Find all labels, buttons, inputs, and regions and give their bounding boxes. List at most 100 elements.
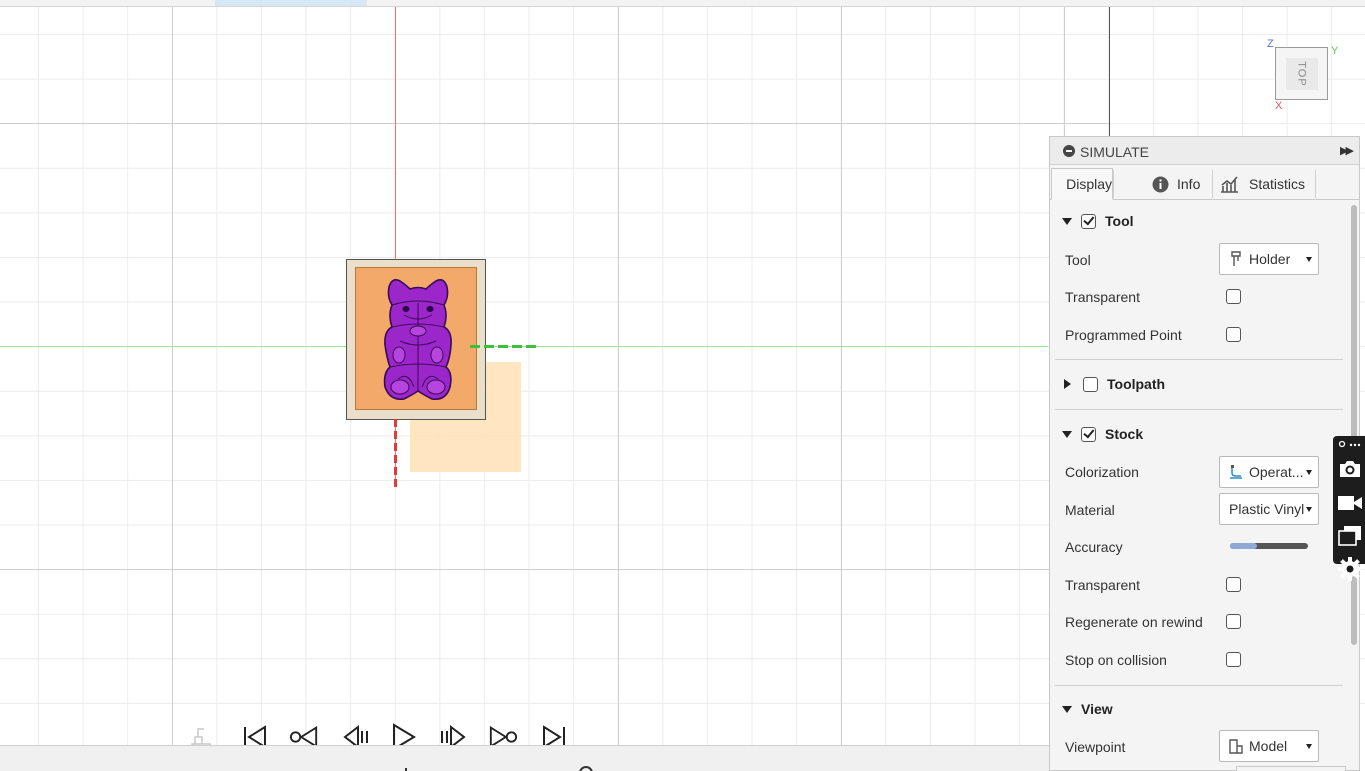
- go-to-start-button[interactable]: [240, 722, 270, 745]
- step-forward-button[interactable]: [437, 722, 467, 745]
- next-operation-button[interactable]: [488, 722, 518, 745]
- stock-transparent-checkbox[interactable]: [1226, 577, 1241, 592]
- stock-group-header[interactable]: Stock: [1062, 424, 1143, 444]
- play-button[interactable]: [388, 722, 418, 745]
- colorization-dropdown[interactable]: Operat...: [1219, 456, 1319, 488]
- expand-arrow-icon[interactable]: [1062, 430, 1072, 438]
- toolpath-group-header[interactable]: Toolpath: [1062, 374, 1165, 394]
- video-camera-icon[interactable]: [1337, 490, 1363, 516]
- simulate-panel: SIMULATE ▶▶ Display Info Statistics Tool…: [1049, 136, 1360, 771]
- tab-statistics-label: Statistics: [1249, 176, 1306, 192]
- chevron-down-icon: [1306, 257, 1312, 262]
- more-options-icon[interactable]: [1337, 436, 1363, 452]
- expand-arrow-icon[interactable]: [1062, 705, 1072, 713]
- status-bar: [0, 745, 1049, 771]
- material-label: Material: [1065, 502, 1115, 518]
- tool-dropdown[interactable]: Holder: [1219, 243, 1319, 275]
- view-group-title: View: [1081, 701, 1113, 717]
- tab-display-label: Display: [1066, 176, 1112, 192]
- panel-tabs: Display Info Statistics: [1050, 165, 1359, 200]
- divider: [1055, 359, 1343, 360]
- timeline-handle[interactable]: [579, 766, 593, 771]
- chevron-down-icon: [1306, 744, 1312, 749]
- grid-major-line: [0, 569, 1110, 570]
- axis-x-label: X: [1275, 100, 1283, 112]
- x-axis-origin-dash: [394, 419, 397, 489]
- fusion-simulate-window: TOP Z Y X SIMULATE ▶▶ Display Info Stati…: [0, 0, 1365, 771]
- collapse-arrow-icon[interactable]: [1064, 379, 1071, 389]
- panel-footer-button[interactable]: [1236, 766, 1346, 771]
- divider: [1055, 409, 1343, 410]
- divider: [1055, 685, 1343, 686]
- regenerate-checkbox[interactable]: [1226, 614, 1241, 629]
- programmed-point-checkbox[interactable]: [1226, 327, 1241, 342]
- grid-major-line: [618, 7, 619, 745]
- viewcube-divider: [1109, 7, 1110, 137]
- axis-z-label: Z: [1267, 38, 1274, 50]
- colorization-label: Colorization: [1065, 464, 1139, 480]
- tab-display[interactable]: Display: [1051, 168, 1113, 200]
- simulation-player: [185, 714, 585, 745]
- tool-dropdown-value: Holder: [1249, 251, 1291, 267]
- viewcube-face-label: TOP: [1295, 61, 1308, 87]
- tab-info[interactable]: Info: [1114, 168, 1212, 200]
- info-icon: [1152, 176, 1169, 192]
- chevron-down-icon: [1306, 470, 1312, 475]
- previous-operation-button[interactable]: [289, 722, 319, 745]
- tool-group-checkbox[interactable]: [1081, 213, 1096, 229]
- toolpath-group-checkbox[interactable]: [1083, 376, 1098, 392]
- expand-arrow-icon[interactable]: [1062, 217, 1072, 225]
- accuracy-slider[interactable]: [1230, 543, 1308, 549]
- tool-transparent-label: Transparent: [1065, 289, 1140, 305]
- viewcube-top-face[interactable]: TOP: [1275, 47, 1328, 100]
- tool-group-header[interactable]: Tool: [1062, 211, 1134, 231]
- tab-separator: [1315, 170, 1316, 198]
- viewpoint-label: Viewpoint: [1065, 739, 1126, 755]
- material-dropdown-value: Plastic Vinyl: [1229, 501, 1305, 517]
- gummy-bear-part: [383, 279, 452, 401]
- accuracy-slider-fill: [1230, 543, 1257, 549]
- tool-label: Tool: [1065, 252, 1091, 268]
- top-bar: [0, 0, 1365, 7]
- stock-group-checkbox[interactable]: [1081, 426, 1096, 442]
- viewpoint-dropdown-value: Model: [1249, 738, 1288, 754]
- tool-transparent-checkbox[interactable]: [1226, 289, 1241, 304]
- camera-icon[interactable]: [1337, 456, 1363, 482]
- machine-icon: [185, 722, 215, 745]
- tool-group-title: Tool: [1105, 213, 1134, 229]
- go-to-end-button[interactable]: [539, 722, 569, 745]
- expand-panel-icon[interactable]: ▶▶: [1340, 144, 1354, 157]
- display-tab-content: Tool Tool Holder Transparent Programmed …: [1050, 201, 1350, 771]
- chart-icon: [1221, 176, 1238, 193]
- panel-header: SIMULATE ▶▶: [1050, 137, 1359, 165]
- windows-icon[interactable]: [1337, 523, 1363, 549]
- colorization-dropdown-value: Operat...: [1249, 464, 1304, 480]
- gear-icon[interactable]: [1337, 556, 1363, 582]
- material-dropdown[interactable]: Plastic Vinyl: [1219, 493, 1319, 525]
- side-toolbar: [1333, 436, 1365, 581]
- grid-major-line: [172, 7, 173, 745]
- grid-major-line: [841, 7, 842, 745]
- step-back-button[interactable]: [342, 722, 372, 745]
- holder-icon: [1231, 251, 1241, 266]
- viewpoint-dropdown[interactable]: Model: [1219, 730, 1319, 762]
- tab-statistics[interactable]: Statistics: [1213, 168, 1315, 200]
- programmed-point-label: Programmed Point: [1065, 327, 1182, 343]
- model-icon: [1229, 739, 1243, 754]
- axis-y-label: Y: [1331, 45, 1339, 57]
- stop-collision-checkbox[interactable]: [1226, 652, 1241, 667]
- stop-collision-label: Stop on collision: [1065, 652, 1167, 668]
- active-document-tab[interactable]: [215, 0, 367, 6]
- accuracy-label: Accuracy: [1065, 539, 1123, 555]
- tab-info-label: Info: [1177, 176, 1201, 192]
- view-group-header[interactable]: View: [1062, 699, 1113, 719]
- stock-transparent-label: Transparent: [1065, 577, 1140, 593]
- y-axis-origin-dash: [470, 345, 538, 348]
- toolpath-group-title: Toolpath: [1107, 376, 1166, 392]
- stock-group-title: Stock: [1105, 426, 1144, 442]
- collapse-icon[interactable]: [1063, 145, 1075, 157]
- viewcube[interactable]: TOP Z Y X: [1262, 38, 1342, 120]
- chevron-down-icon: [1306, 507, 1312, 512]
- panel-title: SIMULATE: [1080, 144, 1149, 160]
- operation-icon: [1230, 465, 1242, 479]
